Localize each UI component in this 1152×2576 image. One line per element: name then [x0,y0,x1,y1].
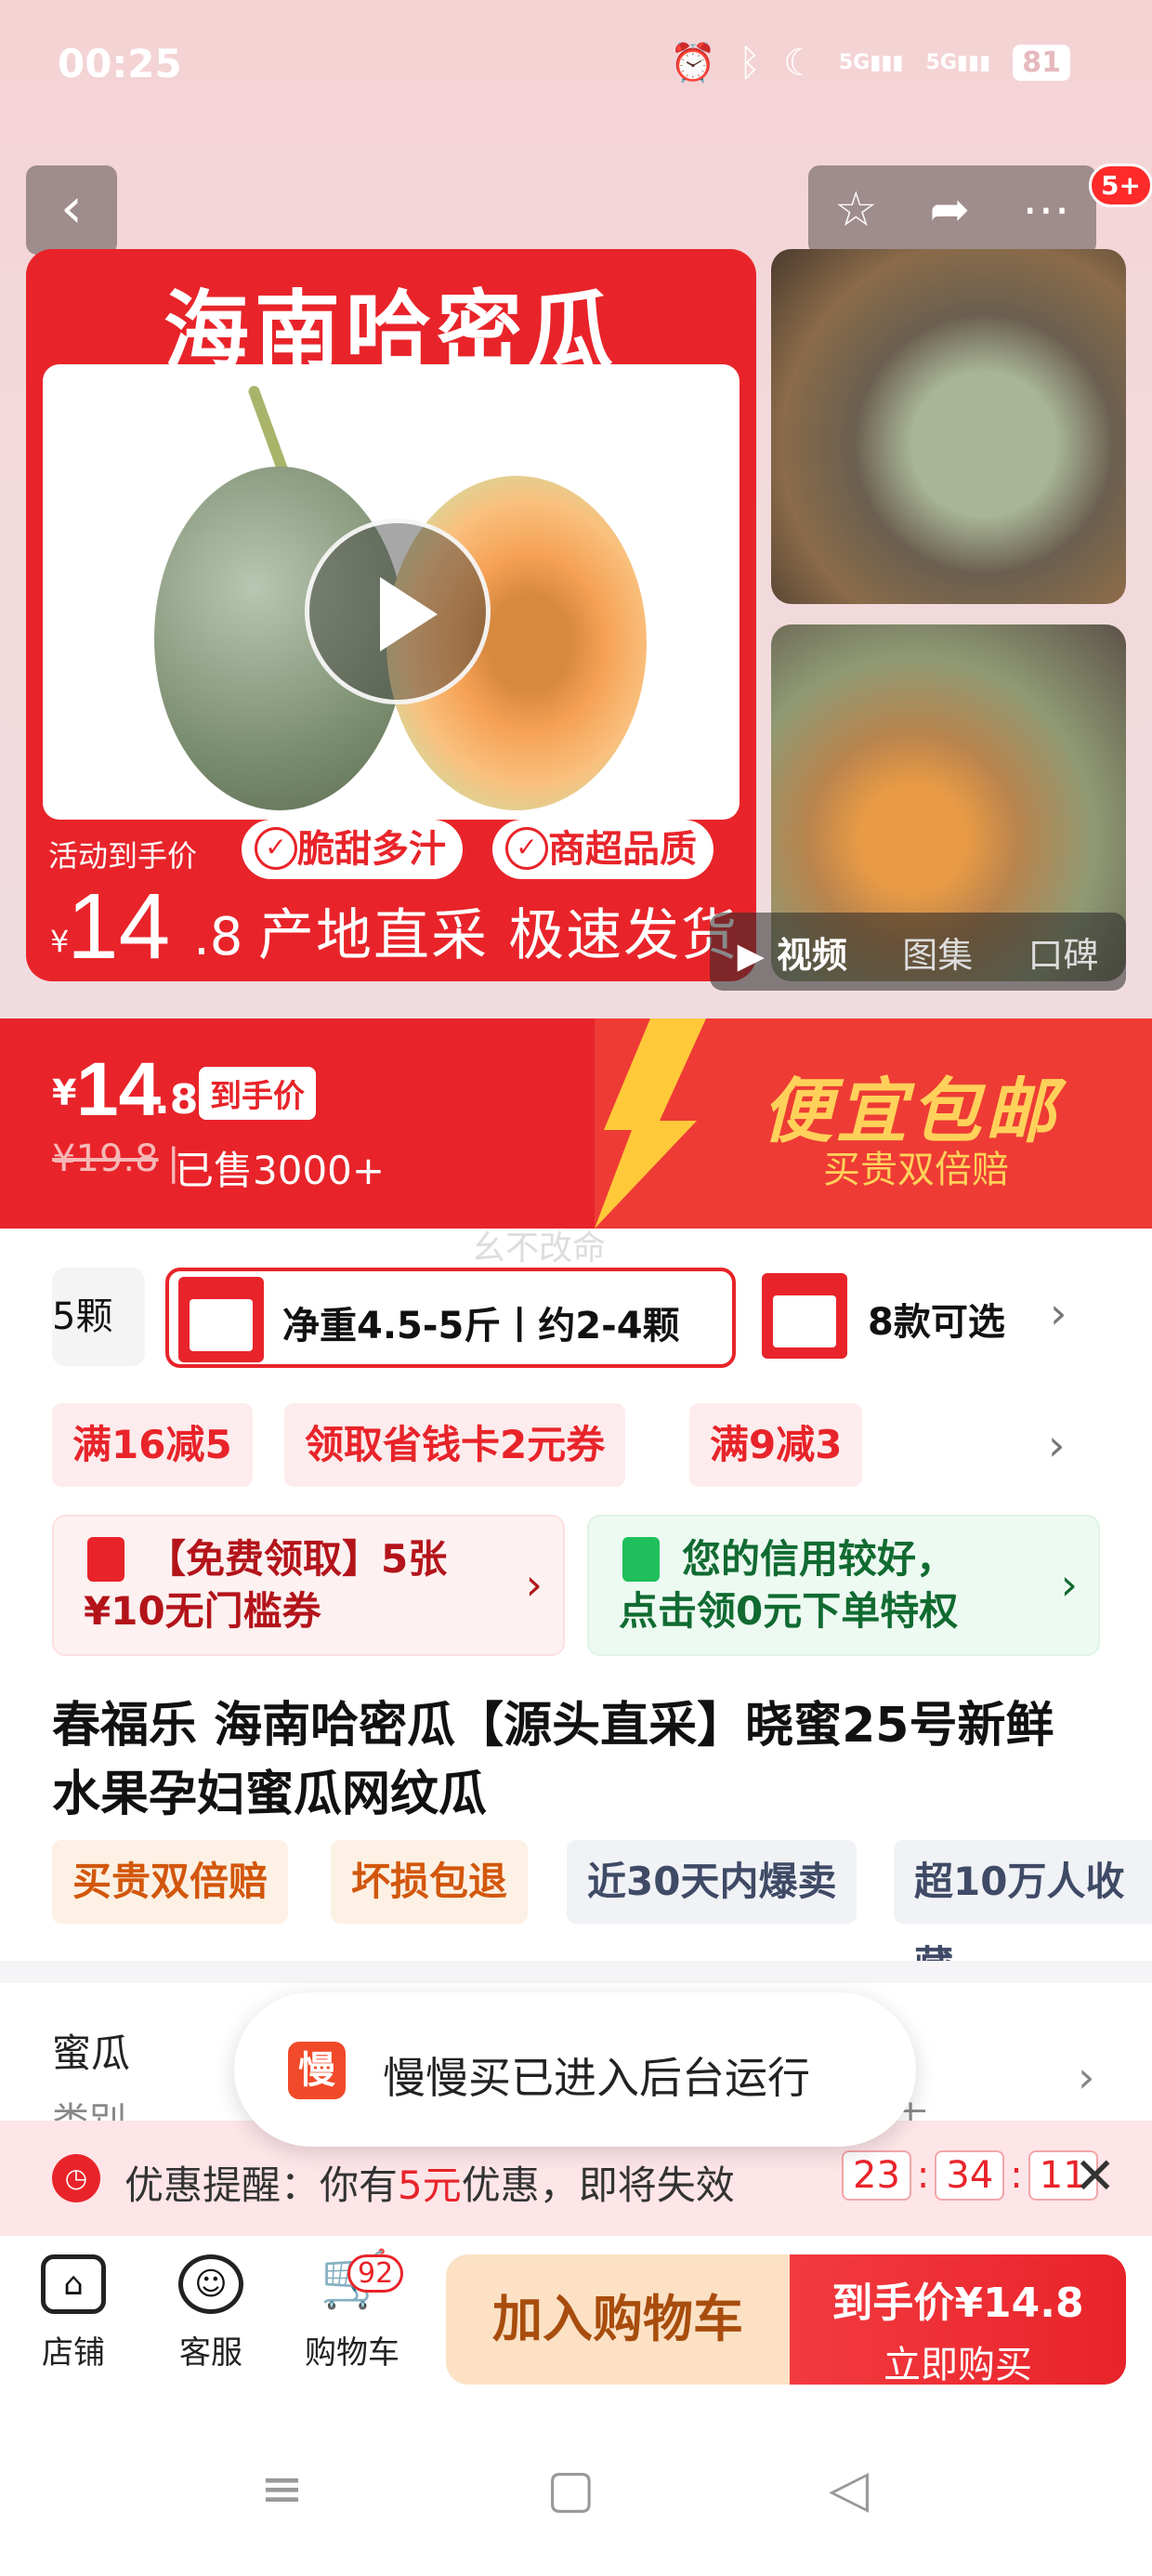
attribute-name: 蜜瓜 [52,2031,131,2076]
alert-text: 优惠提醒：你有5元优惠，即将失效 [124,2162,735,2208]
more-icon[interactable]: ⋯ [1022,182,1070,238]
countdown-hours: 23 [842,2150,911,2201]
chevron-right-icon: › [525,1559,543,1610]
coupon-icon [87,1537,124,1582]
back-nav-icon[interactable]: ◁ [829,2459,869,2519]
toast-message: 慢慢买已进入后台运行 [383,2053,810,2103]
alarm-icon: ⏰ [670,42,716,85]
battery-icon: 81 [1013,45,1070,81]
banner-price: 14 [76,1047,162,1132]
hero-slogan: 产地直采 极速发货 [258,903,740,968]
media-tabs: ▶ 视频 图集 口碑 [710,913,1126,991]
spec-selector: 5颗 净重4.5-5斤丨约2-4颗 8款可选 › [0,1262,1152,1373]
service-icon: ☺ [178,2254,243,2314]
feature-chip-juicy: 脆甜多汁 [242,820,463,879]
menu-icon[interactable]: ≡ [260,2459,304,2519]
banner-currency: ¥ [52,1072,77,1113]
coupon-3[interactable]: 满9减3 [689,1403,863,1487]
status-bar: 00:25 ⏰ ᛒ ☾ 5G▮▮▮ 5G▮▮▮ 81 [0,0,1152,139]
signal-icon-1: 5G▮▮▮ [838,51,904,74]
banner-subslogan: 买贵双倍赔 [823,1149,1009,1191]
cart-label: 购物车 [305,2334,399,2372]
chevron-right-icon[interactable]: › [1078,2052,1094,2102]
app-logo-icon: 慢 [288,2042,346,2099]
countdown-timer: 23: 34: 11 [842,2150,1098,2201]
chevron-right-icon[interactable]: › [1048,1420,1065,1470]
tab-video[interactable]: ▶ 视频 [738,927,847,978]
sold-count: 已售3000+ [175,1148,386,1193]
original-price: ¥19.8 [52,1137,159,1180]
share-icon[interactable]: ➦ [930,182,971,238]
signal-icon-2: 5G▮▮▮ [925,51,991,74]
gallery-thumb-1[interactable] [771,249,1126,604]
countdown-minutes: 34 [935,2150,1005,2201]
hero-price-decimal: .8 [193,907,243,967]
notification-badge: 5+ [1089,164,1152,207]
section-divider [0,1961,1152,1983]
spec-thumb [178,1277,264,1362]
spec-option-prev[interactable]: 5颗 [52,1268,145,1366]
activity-price-label: 活动到手价 [48,838,198,874]
clock-icon: ◷ [52,2154,100,2202]
add-to-cart-button[interactable]: 加入购物车 [446,2254,790,2385]
tag-damage-refund: 坏损包退 [331,1840,529,1924]
chevron-right-icon: › [1060,1559,1078,1610]
hero-price: 14 [67,874,171,979]
shopping-bag-icon [622,1537,660,1582]
credit-privilege-text: 您的信用较好， 点击领0元下单特权 [619,1536,959,1634]
play-icon[interactable] [305,519,491,704]
buy-now-button[interactable]: 到手价¥14.8 立即购买 [790,2254,1126,2386]
moon-icon: ☾ [782,41,817,85]
buy-price-label: 到手价¥14.8 [831,2280,1084,2327]
top-action-group: ☆ ➦ ⋯ [808,165,1096,255]
spec-more-label[interactable]: 8款可选 [868,1292,1005,1346]
service-label: 客服 [179,2334,242,2372]
back-button[interactable]: ‹ [26,165,117,255]
buy-now-label: 立即购买 [884,2344,1032,2386]
credit-privilege-card[interactable]: 您的信用较好， 点击领0元下单特权 › [587,1515,1100,1656]
free-coupon-text: 【免费领取】5张 ¥10无门槛券 [84,1536,448,1634]
bottom-action-bar: ⌂ 店铺 ☺ 客服 🛒 购物车 92 加入购物车 到手价¥14.8 立即购买 [0,2236,1152,2403]
feature-chip-quality: 商超品质 [492,820,713,879]
star-icon[interactable]: ☆ [834,182,878,238]
store-icon: ⌂ [41,2254,106,2314]
tab-gallery[interactable]: 图集 [902,927,973,978]
spec-option-selected[interactable]: 净重4.5-5斤丨约2-4颗 [165,1268,736,1368]
tag-hot-sales: 近30天内爆卖 [567,1840,857,1924]
store-button[interactable]: ⌂ 店铺 [13,2254,134,2372]
system-navigation-bar: ≡ ▢ ◁ [0,2403,1152,2576]
banner-price-decimal: .8 [154,1076,199,1124]
tag-price-guarantee: 买贵双倍赔 [52,1840,289,1924]
coupon-2[interactable]: 领取省钱卡2元券 [284,1403,626,1487]
lightning-icon [595,1019,706,1229]
coupon-1[interactable]: 满16减5 [52,1403,253,1487]
final-price-tag: 到手价 [199,1067,316,1120]
store-label: 店铺 [42,2334,105,2372]
background-toast: 慢 慢慢买已进入后台运行 [234,1992,916,2147]
cart-count-badge: 92 [347,2254,404,2293]
product-title: 春福乐 海南哈密瓜【源头直采】晓蜜25号新鲜水果孕妇蜜瓜网纹瓜 [52,1698,1054,1822]
bluetooth-icon: ᛒ [738,41,761,85]
close-icon[interactable]: ✕ [1074,2147,1116,2205]
free-coupon-card[interactable]: 【免费领取】5张 ¥10无门槛券 › [52,1515,565,1656]
spec-more-thumb[interactable] [762,1273,847,1359]
tag-favorites: 超10万人收藏 [894,1840,1152,1988]
status-time: 00:25 [58,41,182,86]
back-icon: ‹ [60,176,83,241]
main-product-image[interactable]: 海南哈密瓜 活动到手价 脆甜多汁 商超品质 ¥ 14 .8 产地直采 极速发货 [26,249,756,981]
price-banner: ¥ 14 .8 到手价 ¥19.8 | 已售3000+ 便宜包邮 买贵双倍赔 [0,1019,1152,1229]
tab-reviews[interactable]: 口碑 [1028,927,1098,978]
home-icon[interactable]: ▢ [546,2459,596,2519]
chevron-right-icon[interactable]: › [1050,1288,1067,1338]
spec-selected-label: 净重4.5-5斤丨约2-4颗 [282,1305,680,1347]
status-icons: ⏰ ᛒ ☾ 5G▮▮▮ 5G▮▮▮ 81 [670,41,1070,85]
service-button[interactable]: ☺ 客服 [151,2254,271,2372]
